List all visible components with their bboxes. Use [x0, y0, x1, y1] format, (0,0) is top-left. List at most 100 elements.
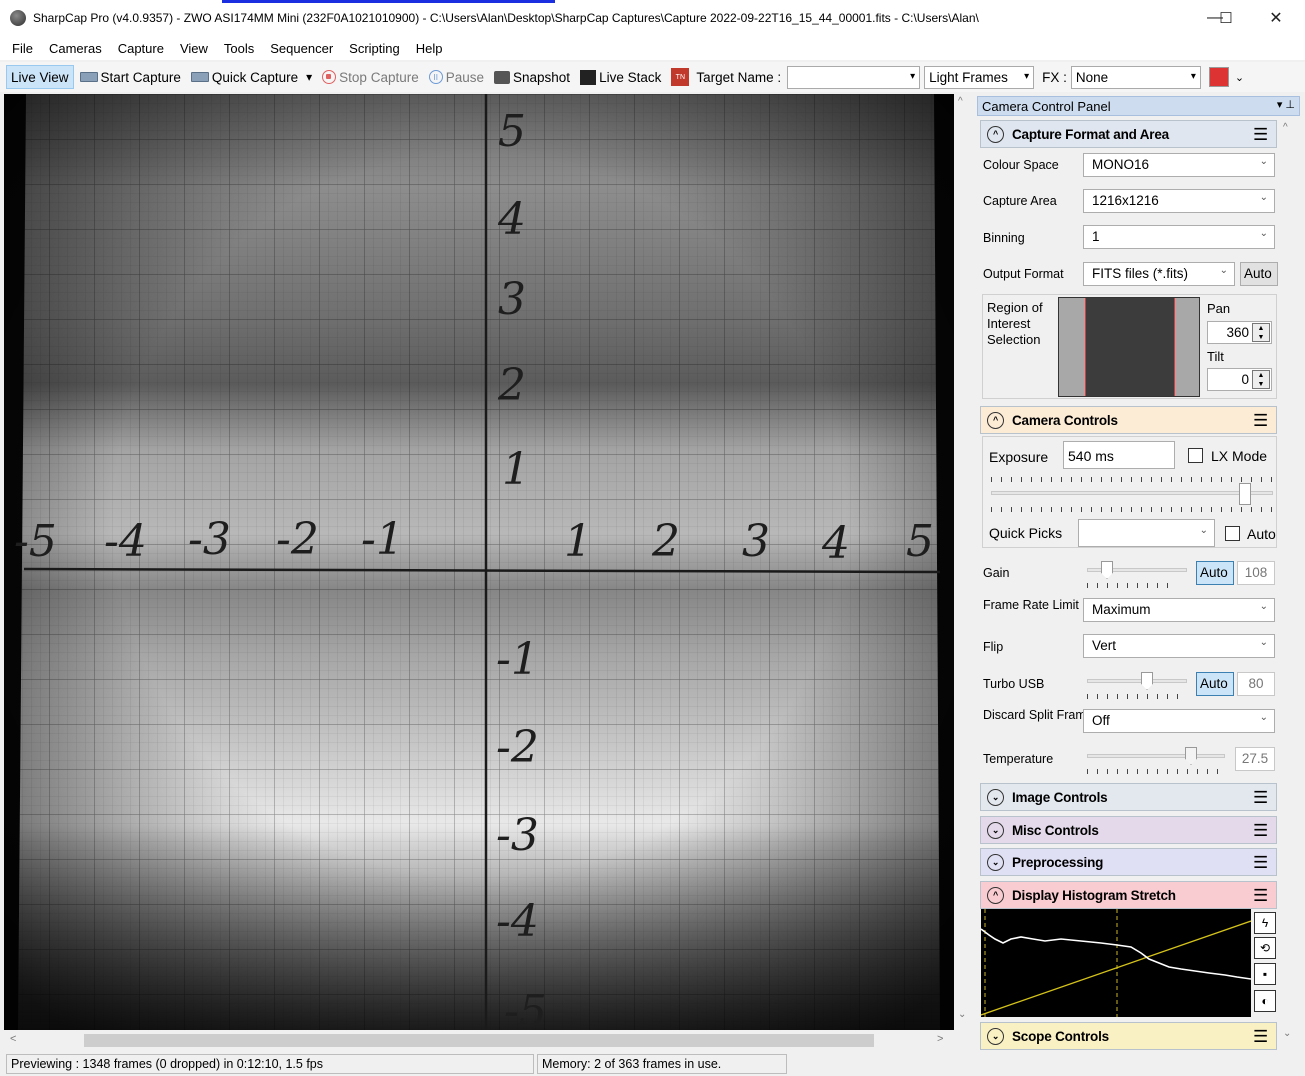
snapshot-label: Snapshot — [513, 69, 571, 85]
exposure-slider-track[interactable] — [991, 491, 1273, 495]
image-controls-section-header[interactable]: ⌄ Image Controls ☰ — [980, 783, 1277, 811]
target-name-combo[interactable]: ▾ — [787, 65, 921, 89]
chevron-down-icon[interactable]: ⌄ — [987, 853, 1004, 871]
pause-button[interactable]: II Pause — [425, 65, 488, 89]
chevron-down-icon: ▾ — [1024, 70, 1030, 82]
menu-icon[interactable]: ☰ — [1253, 886, 1268, 906]
lx-mode-checkbox[interactable] — [1188, 448, 1203, 463]
spinner-buttons[interactable]: ▲ ▼ — [1252, 370, 1270, 389]
chevron-down-icon: ⌄ — [1199, 525, 1208, 536]
spin-down-icon[interactable]: ▼ — [1258, 381, 1265, 388]
contrast-icon[interactable]: ◐ — [1254, 990, 1276, 1012]
menu-file[interactable]: File — [4, 41, 41, 56]
menu-scripting[interactable]: Scripting — [341, 41, 408, 56]
spin-up-icon[interactable]: ▲ — [1258, 325, 1265, 332]
menu-tools[interactable]: Tools — [216, 41, 262, 56]
scroll-down-icon[interactable]: ⌄ — [958, 1009, 966, 1020]
live-view-button[interactable]: Live View — [6, 65, 74, 89]
spin-down-icon[interactable]: ▼ — [1258, 334, 1265, 341]
histogram-stretch-section-header[interactable]: ^ Display Histogram Stretch ☰ — [980, 881, 1277, 909]
scope-controls-section-header[interactable]: ⌄ Scope Controls ☰ — [980, 1022, 1277, 1050]
scroll-thumb[interactable] — [84, 1034, 874, 1047]
discard-split-frames-select[interactable]: Off ⌄ — [1083, 709, 1275, 733]
axis-label: -3 — [496, 810, 539, 861]
stop-capture-button[interactable]: Stop Capture — [318, 65, 423, 89]
lightning-icon[interactable]: ϟ — [1254, 912, 1276, 934]
camera-controls-section-header[interactable]: ^ Camera Controls ☰ — [980, 406, 1277, 434]
chevron-up-icon[interactable]: ^ — [987, 125, 1004, 143]
scroll-right-icon[interactable]: > — [937, 1033, 943, 1045]
spinner-buttons[interactable]: ▲ ▼ — [1252, 323, 1270, 342]
menu-sequencer[interactable]: Sequencer — [262, 41, 341, 56]
menu-icon[interactable]: ☰ — [1253, 125, 1268, 145]
chevron-up-icon[interactable]: ^ — [987, 411, 1004, 429]
colour-space-select[interactable]: MONO16 ⌄ — [1083, 153, 1275, 177]
pan-spinner[interactable]: 360 ▲ ▼ — [1207, 321, 1272, 344]
chevron-down-icon[interactable]: ⌄ — [987, 788, 1004, 806]
spin-up-icon[interactable]: ▲ — [1258, 372, 1265, 379]
quick-capture-button[interactable]: Quick Capture ▾ — [187, 65, 316, 89]
menu-icon[interactable]: ☰ — [1253, 788, 1268, 808]
menu-cameras[interactable]: Cameras — [41, 41, 110, 56]
scroll-left-icon[interactable]: < — [10, 1033, 16, 1045]
start-capture-button[interactable]: Start Capture — [76, 65, 185, 89]
quick-picks-auto-checkbox[interactable] — [1225, 526, 1240, 541]
turbo-usb-slider-track[interactable] — [1087, 679, 1187, 683]
reset-icon[interactable]: ⟲ — [1254, 937, 1276, 959]
capture-format-section-header[interactable]: ^ Capture Format and Area ☰ — [980, 120, 1277, 148]
frame-type-combo[interactable]: Light Frames ▾ — [924, 65, 1035, 89]
chevron-down-icon[interactable]: ⌄ — [987, 1027, 1004, 1045]
roi-preview[interactable] — [1058, 297, 1200, 397]
turbo-usb-slider-thumb[interactable] — [1141, 672, 1153, 690]
menu-icon[interactable]: ☰ — [1253, 821, 1268, 841]
fx-color-button[interactable] — [1208, 67, 1229, 87]
fx-combo[interactable]: None ▾ — [1070, 65, 1201, 89]
chevron-down-icon[interactable]: ▾ — [306, 70, 312, 84]
save-icon[interactable]: ▪ — [1254, 963, 1276, 985]
menu-icon[interactable]: ☰ — [1253, 411, 1268, 431]
exposure-input[interactable]: 540 ms — [1063, 441, 1175, 469]
menu-help[interactable]: Help — [408, 41, 451, 56]
menu-capture[interactable]: Capture — [110, 41, 172, 56]
viewer-vertical-scrollbar[interactable]: ^ ⌄ — [954, 94, 974, 1030]
scroll-up-icon[interactable]: ^ — [1283, 122, 1288, 133]
output-format-auto-button[interactable]: Auto — [1240, 262, 1278, 286]
misc-controls-section-header[interactable]: ⌄ Misc Controls ☰ — [980, 816, 1277, 844]
capture-area-select[interactable]: 1216x1216 ⌄ — [1083, 189, 1275, 213]
maximize-button[interactable]: ☐ — [1206, 0, 1246, 36]
tilt-spinner[interactable]: 0 ▲ ▼ — [1207, 368, 1272, 391]
colour-space-value: MONO16 — [1092, 157, 1150, 172]
close-button[interactable]: ✕ — [1253, 0, 1299, 36]
image-viewer[interactable]: -5 -4 -3 -2 -1 1 2 3 4 5 5 4 3 2 1 -1 -2… — [4, 94, 954, 1030]
scroll-up-icon[interactable]: ^ — [958, 96, 963, 107]
preprocessing-section-header[interactable]: ⌄ Preprocessing ☰ — [980, 848, 1277, 876]
output-format-select[interactable]: FITS files (*.fits) ⌄ — [1083, 262, 1235, 286]
live-stack-icon — [580, 69, 597, 85]
flip-select[interactable]: Vert ⌄ — [1083, 634, 1275, 658]
menu-view[interactable]: View — [172, 41, 216, 56]
binning-select[interactable]: 1 ⌄ — [1083, 225, 1275, 249]
slider-ticks — [1087, 769, 1225, 774]
toolbar-overflow-icon[interactable]: ⌄ — [1235, 71, 1244, 84]
turbo-usb-auto-button[interactable]: Auto — [1196, 672, 1234, 696]
gain-slider-thumb[interactable] — [1101, 561, 1113, 579]
menu-icon[interactable]: ☰ — [1253, 853, 1268, 873]
gain-auto-button[interactable]: Auto — [1196, 561, 1234, 585]
quick-picks-select[interactable]: ⌄ — [1078, 519, 1215, 547]
chevron-down-icon[interactable]: ⌄ — [987, 821, 1004, 839]
scroll-down-icon[interactable]: ⌄ — [1283, 1028, 1291, 1039]
viewer-horizontal-scrollbar[interactable]: < > — [4, 1030, 954, 1050]
pan-value: 360 — [1226, 325, 1249, 340]
histogram-display[interactable] — [980, 909, 1252, 1017]
pin-icon[interactable]: ▾ ⊥ — [1277, 98, 1295, 111]
turbo-usb-value[interactable]: 80 — [1237, 672, 1275, 696]
frame-rate-select[interactable]: Maximum ⌄ — [1083, 598, 1275, 622]
roi-selection-box[interactable] — [1085, 298, 1175, 396]
exposure-slider-thumb[interactable] — [1238, 483, 1251, 505]
live-stack-button[interactable]: Live Stack — [576, 65, 665, 89]
panel-scrollbar[interactable]: ^ ⌄ — [1279, 118, 1297, 1048]
gain-value[interactable]: 108 — [1237, 561, 1275, 585]
snapshot-button[interactable]: Snapshot — [490, 65, 574, 89]
menu-icon[interactable]: ☰ — [1253, 1027, 1268, 1047]
chevron-up-icon[interactable]: ^ — [987, 886, 1004, 904]
